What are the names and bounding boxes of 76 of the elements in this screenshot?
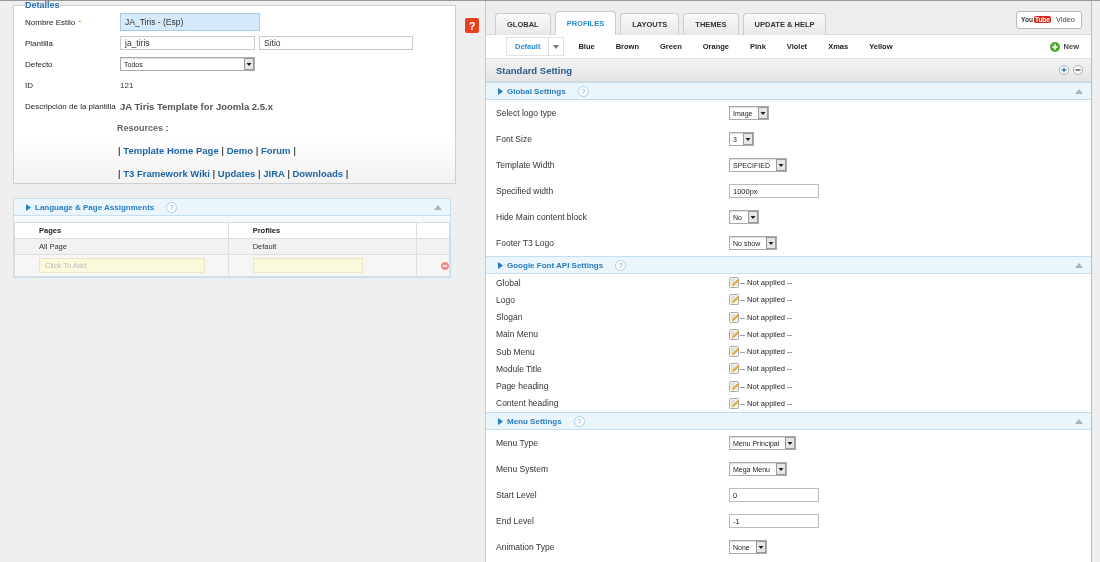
input-field[interactable]: Sitio xyxy=(259,36,413,50)
edit-icon xyxy=(729,294,739,306)
resource-link[interactable]: Demo xyxy=(226,145,254,156)
section-title: Detalles xyxy=(25,1,60,9)
caret-icon xyxy=(775,463,786,475)
setting-label: Main Menu xyxy=(496,329,539,340)
setting-label: Logo xyxy=(496,294,515,305)
resource-link[interactable]: Downloads xyxy=(292,168,344,179)
caret-icon xyxy=(766,237,777,249)
section-title: Google Font API Settings xyxy=(507,260,604,270)
field-label: Defecto xyxy=(25,59,53,69)
field-label: ID xyxy=(25,80,33,90)
section-title: Language & Page Assignments xyxy=(35,202,155,212)
edit-icon xyxy=(729,380,739,392)
setting-label: Global xyxy=(496,277,521,288)
setting-label: Page heading xyxy=(496,381,549,392)
setting-label: Select logo type xyxy=(496,108,557,118)
caret-icon xyxy=(755,541,766,553)
setting-label: Module Title xyxy=(496,363,542,374)
collapse-all-icon xyxy=(1073,65,1083,75)
resource-links: | T3 Framework Wiki | Updates | JIRA | Downloads | xyxy=(118,168,349,179)
setting-label: Specified width xyxy=(496,186,554,196)
caret-icon xyxy=(742,133,753,145)
setting-label: Start Level xyxy=(496,490,537,500)
expand-all-icon xyxy=(1059,65,1069,75)
input-field[interactable]: JA_Tiris - (Esp) xyxy=(120,13,260,31)
expand-arrow-icon xyxy=(498,261,503,269)
edit-icon xyxy=(729,311,739,323)
caret-icon xyxy=(747,211,758,223)
panel-title: Standard Setting xyxy=(496,64,572,76)
setting-label: Animation Type xyxy=(496,542,555,552)
resource-links: | Template Home Page | Demo | Forum | xyxy=(118,145,296,156)
expand-arrow-icon xyxy=(498,87,503,95)
field-label: Nombre Estilo * xyxy=(25,17,82,27)
setting-label: Footer T3 Logo xyxy=(496,238,554,248)
setting-label: Menu System xyxy=(496,464,548,474)
section-title: Menu Settings xyxy=(507,416,562,426)
edit-icon xyxy=(729,397,739,409)
caret-icon xyxy=(553,44,560,49)
description-text: JA Tiris Template for Joomla 2.5.x xyxy=(120,100,273,112)
collapse-arrow-icon xyxy=(434,204,442,210)
field-label: Plantilla xyxy=(25,38,53,48)
setting-label: End Level xyxy=(496,516,534,526)
setting-label: Content heading xyxy=(496,398,559,409)
edit-icon xyxy=(729,346,739,358)
resource-link[interactable]: Updates xyxy=(217,168,256,179)
setting-label: Font Size xyxy=(496,134,532,144)
setting-label: Hide Main content block xyxy=(496,212,587,222)
expand-arrow-icon xyxy=(26,203,31,211)
edit-icon xyxy=(729,328,739,340)
field-value: 121 xyxy=(120,80,134,90)
setting-label: Sub Menu xyxy=(496,346,535,357)
expand-arrow-icon xyxy=(498,417,503,425)
resources-heading: Resources : xyxy=(117,123,169,133)
help-button[interactable]: ? xyxy=(465,18,479,33)
resource-link[interactable]: T3 Framework Wiki xyxy=(123,168,210,179)
collapse-arrow-icon xyxy=(1075,88,1083,94)
caret-icon xyxy=(758,107,769,119)
field-label: Descripción de la plantilla xyxy=(25,101,116,111)
collapse-arrow-icon xyxy=(1075,262,1083,268)
edit-icon xyxy=(729,277,739,289)
setting-label: Menu Type xyxy=(496,438,538,448)
setting-label: Template Width xyxy=(496,160,555,170)
resource-link[interactable]: Forum xyxy=(261,145,291,156)
caret-icon xyxy=(775,159,786,171)
edit-icon xyxy=(729,363,739,375)
caret-icon xyxy=(785,437,796,449)
resource-link[interactable]: JIRA xyxy=(263,168,285,179)
collapse-arrow-icon xyxy=(1075,418,1083,424)
setting-label: Slogan xyxy=(496,312,523,323)
add-icon xyxy=(1049,41,1060,52)
resource-link[interactable]: Template Home Page xyxy=(123,145,219,156)
input-field[interactable] xyxy=(252,258,363,273)
input-field[interactable]: ja_tiris xyxy=(120,36,255,50)
section-title: Global Settings xyxy=(507,86,566,96)
caret-icon xyxy=(244,58,254,70)
